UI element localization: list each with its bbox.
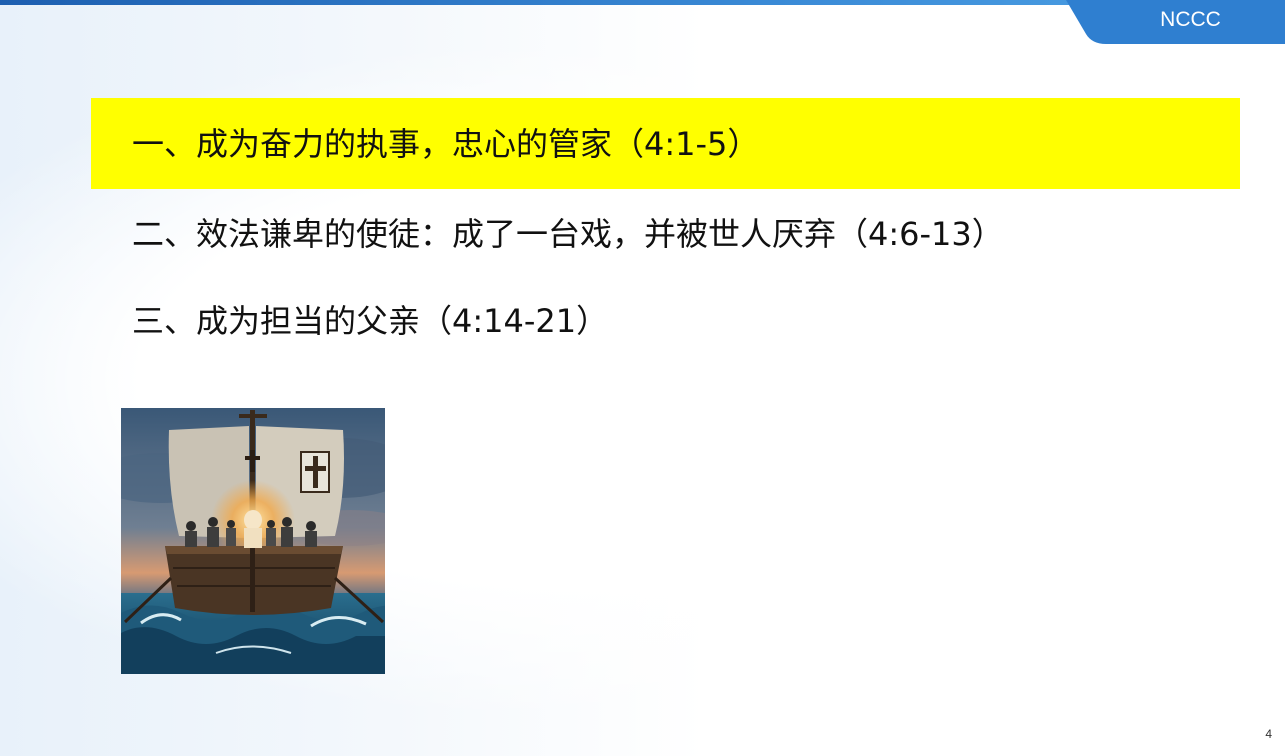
brand-tab: NCCC (1066, 0, 1285, 44)
ship-illustration (121, 408, 385, 674)
outline-item-1: 一、成为奋力的执事，忠心的管家（4:1-5） (132, 125, 760, 163)
outline-item-2: 二、效法谦卑的使徒：成了一台戏，并被世人厌弃（4:6-13） (132, 215, 1004, 253)
slide-number: 4 (1265, 727, 1272, 741)
brand-label: NCCC (1160, 8, 1221, 31)
outline-item-3: 三、成为担当的父亲（4:14-21） (132, 302, 609, 340)
ship-with-cross-sail-image (121, 408, 385, 674)
